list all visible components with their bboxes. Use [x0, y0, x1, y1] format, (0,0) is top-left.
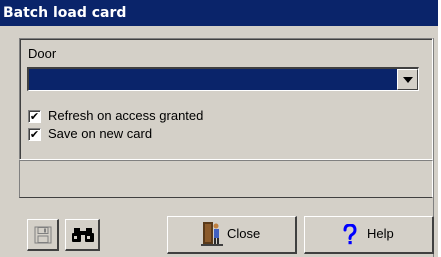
save-on-new-card-checkbox[interactable]: ✔	[28, 128, 41, 141]
batch-load-card-window: Batch load card Door ✔ Refresh on access…	[0, 0, 438, 257]
save-disk-icon	[34, 226, 52, 244]
close-label: Close	[227, 226, 261, 241]
find-button[interactable]	[65, 219, 100, 251]
question-mark-icon	[343, 224, 357, 245]
door-select[interactable]	[27, 67, 419, 91]
door-dropdown-button[interactable]	[397, 69, 418, 90]
save-button[interactable]	[27, 219, 59, 251]
help-label: Help	[367, 226, 394, 241]
door-label: Door	[28, 46, 57, 61]
help-button[interactable]: Help	[304, 216, 434, 254]
door-select-value[interactable]	[29, 69, 397, 90]
options-panel	[19, 38, 433, 160]
save-on-new-card-label: Save on new card	[48, 126, 153, 141]
door-exit-icon	[201, 222, 223, 246]
close-button[interactable]: Close	[167, 216, 297, 254]
status-area	[19, 160, 433, 198]
binoculars-icon	[72, 228, 94, 242]
window-title: Batch load card	[0, 0, 438, 26]
refresh-on-access-checkbox[interactable]: ✔	[28, 110, 41, 123]
chevron-down-icon	[403, 77, 413, 83]
refresh-on-access-label: Refresh on access granted	[48, 108, 204, 123]
